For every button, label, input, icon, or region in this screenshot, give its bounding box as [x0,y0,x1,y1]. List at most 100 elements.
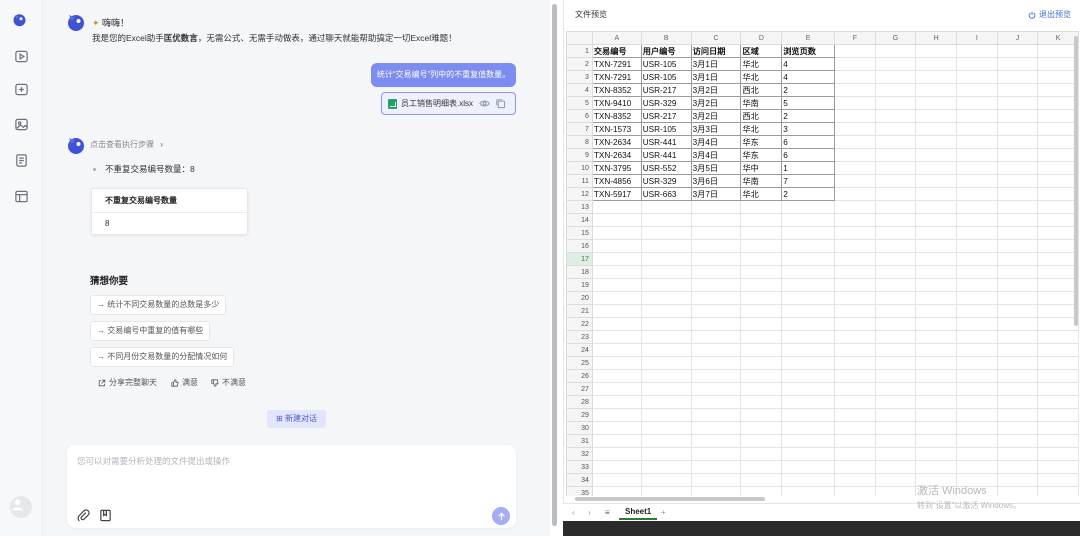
sheet-cell[interactable]: 3月2日 [690,83,742,97]
sheet-cell[interactable] [996,252,1039,266]
sheet-cell[interactable] [874,395,917,409]
sheet-cell[interactable] [915,239,957,253]
row-header[interactable]: 32 [566,447,593,461]
sheet-cell[interactable] [996,109,1039,123]
sheet-cell[interactable] [956,265,998,279]
sheet-cell[interactable] [915,187,957,201]
sheet-cell[interactable] [874,330,917,344]
sheet-cell[interactable]: 西北 [740,83,783,97]
sheet-cell[interactable] [1037,187,1079,201]
sheet-cell[interactable] [834,174,876,188]
sheet-cell[interactable] [956,408,998,422]
sheet-cell[interactable]: TXN-4856 [591,174,642,188]
sheet-cell[interactable] [915,148,957,162]
sheet-cell[interactable] [640,265,692,279]
sheet-cell[interactable] [781,395,836,409]
column-header[interactable]: H [915,31,957,45]
sheet-cell[interactable] [996,343,1039,357]
sheet-cell[interactable] [781,291,836,305]
sheet-cell[interactable] [690,213,742,227]
sheet-cell[interactable] [1037,304,1079,318]
sheet-cell[interactable] [915,70,957,84]
sheet-cell[interactable] [1037,252,1079,266]
sheet-cell[interactable] [1037,434,1079,448]
sheet-cell[interactable] [915,395,957,409]
sheet-cell[interactable] [996,122,1039,136]
row-header[interactable]: 11 [566,174,593,188]
sheet-cell[interactable] [996,382,1039,396]
sheet-cell[interactable] [640,408,692,422]
sheet-cell[interactable] [915,369,957,383]
logo-icon[interactable] [12,12,31,31]
row-header[interactable]: 33 [566,460,593,474]
sheet-cell[interactable]: TXN-3795 [591,161,642,175]
column-header[interactable]: E [781,31,836,45]
sheet-cell[interactable] [996,291,1039,305]
sheet-cell[interactable] [1037,317,1079,331]
sheet-cell[interactable] [956,226,998,240]
row-header[interactable]: 8 [566,135,593,149]
sheet-cell[interactable] [690,447,742,461]
sheet-cell[interactable] [740,239,783,253]
sheet-cell[interactable] [915,434,957,448]
sheet-cell[interactable] [956,239,998,253]
sheet-cell[interactable] [781,213,836,227]
sheet-cell[interactable] [1037,57,1079,71]
sheet-cell[interactable] [690,239,742,253]
sheet-cell[interactable] [915,161,957,175]
row-header[interactable]: 9 [566,148,593,162]
column-header[interactable]: J [996,31,1039,45]
sheet-cell[interactable]: 3月5日 [690,161,742,175]
sheet-cell[interactable] [690,408,742,422]
sheet-cell[interactable] [740,213,783,227]
sheet-cell[interactable] [874,96,917,110]
sheet-cell[interactable] [996,356,1039,370]
view-steps-link[interactable]: 点击查看执行步骤 › [90,139,163,150]
sheet-cell[interactable] [690,265,742,279]
sheet-cell[interactable] [740,226,783,240]
sheet-cell[interactable] [690,460,742,474]
image-icon[interactable] [14,117,29,132]
sheet-cell[interactable] [1037,460,1079,474]
sheet-cell[interactable] [834,330,876,344]
sheet-cell[interactable] [690,382,742,396]
sheet-cell[interactable] [874,252,917,266]
sheet-cell[interactable] [1037,486,1079,496]
sheet-cell[interactable] [956,291,998,305]
sheet-cell[interactable]: 2 [781,83,836,97]
sheet-cell[interactable] [640,382,692,396]
row-header[interactable]: 31 [566,434,593,448]
sheet-cell[interactable] [834,265,876,279]
sheet-cell[interactable] [740,486,783,496]
sheet-cell[interactable] [640,460,692,474]
sheet-cell[interactable] [740,473,783,487]
suggestion-chip[interactable]: → 交易编号中重复的值有哪些 [90,321,211,341]
sheet-cell[interactable] [956,200,998,214]
sheet-cell[interactable] [640,421,692,435]
sheet-cell[interactable] [996,434,1039,448]
sheet-cell[interactable] [591,434,642,448]
sheet-cell[interactable] [956,330,998,344]
sheet-cell[interactable] [591,200,642,214]
sheet-cell[interactable] [874,109,917,123]
sheet-cell[interactable] [834,382,876,396]
sheet-cell[interactable] [834,122,876,136]
sheet-cell[interactable] [781,356,836,370]
sheet-cell[interactable] [640,252,692,266]
attachment-chip[interactable]: 员工销售明细表.xlsx [381,92,516,115]
row-header[interactable]: 24 [566,343,593,357]
sheet-cell[interactable] [1037,265,1079,279]
sheet-cell[interactable] [996,408,1039,422]
row-header[interactable]: 2 [566,57,593,71]
sheet-cell[interactable] [1037,226,1079,240]
sheet-cell[interactable] [640,200,692,214]
sheet-cell[interactable] [740,382,783,396]
sheet-cell[interactable] [915,226,957,240]
sheet-cell[interactable] [690,200,742,214]
sheet-cell[interactable] [874,369,917,383]
sheet-cell[interactable]: 4 [781,57,836,71]
sheet-cell[interactable] [915,408,957,422]
sheet-cell[interactable] [781,382,836,396]
like-button[interactable]: 满意 [171,377,198,388]
document-icon[interactable] [14,153,29,168]
